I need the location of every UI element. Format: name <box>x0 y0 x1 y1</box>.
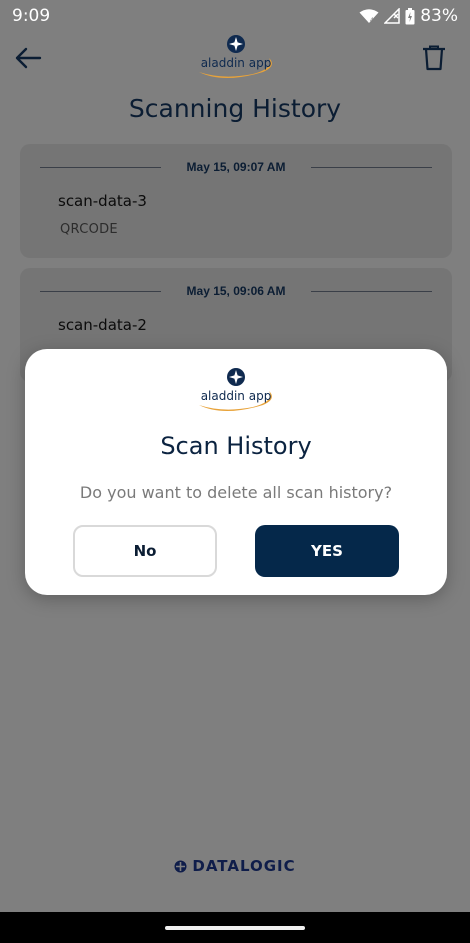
divider <box>40 166 161 168</box>
yes-button[interactable]: YES <box>255 525 399 577</box>
delete-all-button[interactable] <box>418 42 450 74</box>
dialog-logo-text: aladdin app <box>201 389 272 403</box>
logo-text: aladdin app <box>201 56 272 70</box>
arrow-left-icon <box>15 47 42 69</box>
dialog-title: Scan History <box>160 432 312 460</box>
dialog-logo: aladdin app <box>193 365 279 417</box>
brand-name: DATALOGIC <box>192 857 296 875</box>
app-header: aladdin app <box>0 32 470 88</box>
status-time: 9:09 <box>12 6 51 26</box>
delete-history-dialog: aladdin app Scan History Do you want to … <box>25 349 447 595</box>
status-icons: 4 83% <box>359 6 458 26</box>
scan-date: May 15, 09:07 AM <box>186 160 286 174</box>
card-date-row: May 15, 09:06 AM <box>40 284 432 298</box>
signal-icon <box>384 8 400 24</box>
no-button[interactable]: No <box>73 525 217 577</box>
scan-date: May 15, 09:06 AM <box>186 284 286 298</box>
app-logo: aladdin app <box>193 34 279 84</box>
svg-text:4: 4 <box>370 17 374 24</box>
datalogic-logo-icon <box>174 860 187 872</box>
footer-brand: DATALOGIC <box>0 857 470 875</box>
wifi-icon: 4 <box>359 8 379 24</box>
divider <box>40 290 161 292</box>
trash-icon <box>423 45 445 71</box>
battery-percent: 83% <box>420 6 458 26</box>
status-bar: 9:09 4 83% <box>0 0 470 32</box>
divider <box>311 166 432 168</box>
scan-data-name: scan-data-3 <box>58 192 147 210</box>
navigation-bar <box>0 912 470 943</box>
divider <box>311 290 432 292</box>
page-title: Scanning History <box>128 94 342 123</box>
scan-data-type: QRCODE <box>60 222 118 237</box>
scan-data-name: scan-data-2 <box>58 316 147 334</box>
history-card[interactable]: May 15, 09:07 AM scan-data-3 QRCODE <box>20 144 452 258</box>
battery-icon <box>405 7 415 25</box>
dialog-message: Do you want to delete all scan history? <box>79 483 393 502</box>
card-date-row: May 15, 09:07 AM <box>40 160 432 174</box>
home-handle[interactable] <box>165 926 305 930</box>
back-button[interactable] <box>12 42 44 74</box>
